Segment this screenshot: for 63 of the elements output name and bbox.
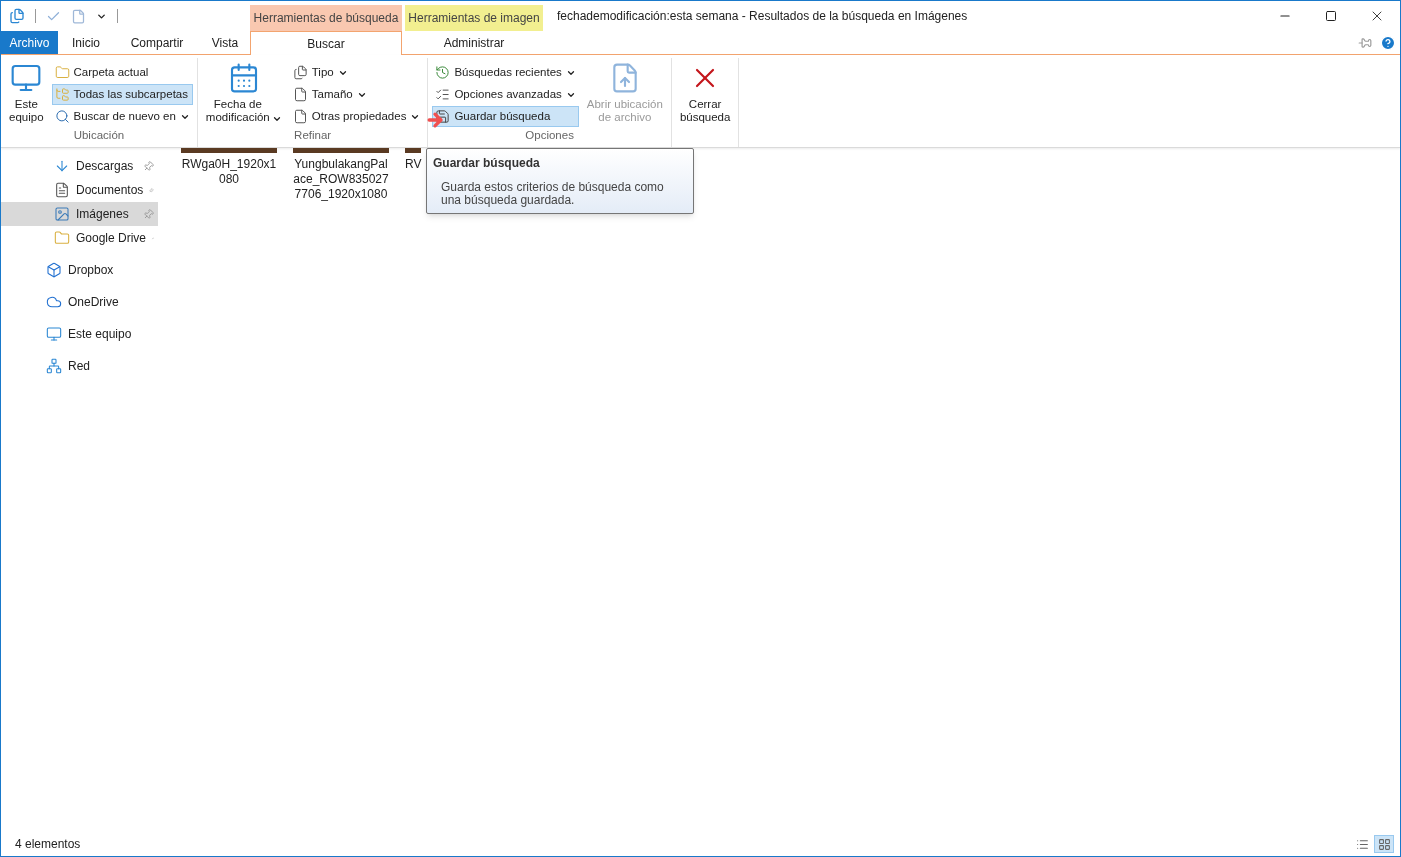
file-name[interactable]: RV	[405, 157, 422, 172]
ribbon-group-label: Ubicación	[73, 128, 125, 143]
ribbon-tab[interactable]: Inicio	[58, 31, 114, 54]
ribbon-tab[interactable]: Administrar	[405, 31, 543, 54]
ribbon-button[interactable]: Tipo	[289, 62, 424, 83]
help-icon[interactable]	[1380, 34, 1396, 51]
document-icon	[54, 182, 70, 198]
ribbon-tab[interactable]: Vista	[200, 31, 250, 54]
folder-tree-icon	[54, 87, 70, 102]
tooltip-title: Guardar búsqueda	[433, 155, 541, 172]
computer-icon	[10, 62, 43, 94]
nav-item[interactable]: Documentos	[1, 178, 158, 202]
checklist-icon	[435, 87, 451, 102]
new-folder-icon[interactable]	[71, 8, 86, 24]
search-icon	[54, 109, 70, 124]
large-icons-view-button[interactable]	[1374, 835, 1394, 853]
ribbon-group-label: Opciones	[525, 128, 574, 143]
item-count: 4 elementos	[15, 836, 81, 853]
context-tab-header: Herramientas de imagen	[405, 5, 543, 31]
ribbon-tab[interactable]: Compartir	[114, 31, 200, 54]
tooltip-text: Guarda estos criterios de búsqueda como una búsqueda guardada.	[440, 181, 665, 208]
ribbon-button[interactable]: Opciones avanzadas	[432, 84, 579, 105]
grid-icon	[1377, 837, 1391, 851]
network-icon	[46, 358, 62, 374]
app-icon	[9, 8, 25, 24]
ribbon-large-button[interactable]: Este equipo	[5, 58, 48, 127]
nav-item[interactable]: Google Drive	[1, 226, 158, 250]
nav-item[interactable]: Imágenes	[1, 202, 158, 226]
computer-icon	[46, 326, 62, 342]
pin-ribbon-icon[interactable]	[1358, 35, 1372, 50]
context-tab-header: Herramientas de búsqueda	[250, 5, 402, 31]
nav-item[interactable]: Descargas	[1, 154, 158, 178]
ribbon-button[interactable]: Tamaño	[289, 84, 424, 105]
list-icon	[1355, 837, 1369, 851]
ribbon-large-button[interactable]: Fecha de modificación	[201, 58, 286, 127]
files-icon	[292, 65, 308, 80]
nav-item[interactable]: Este equipo	[1, 322, 158, 346]
file-name[interactable]: RWga0H_1920x1080	[181, 157, 277, 187]
box-icon	[46, 262, 62, 278]
folder-icon	[54, 230, 70, 246]
ribbon-button[interactable]: Guardar búsqueda	[432, 106, 579, 127]
nav-item[interactable]: Red	[1, 354, 158, 378]
ribbon-button[interactable]: Carpeta actual	[51, 62, 193, 83]
file-icon	[292, 109, 308, 124]
nav-item[interactable]: Dropbox	[1, 258, 158, 282]
folder-icon	[54, 65, 70, 80]
ribbon-button[interactable]: Búsquedas recientes	[432, 62, 579, 83]
history-icon	[435, 65, 451, 80]
ribbon-tab[interactable]: Archivo	[1, 31, 58, 54]
ribbon-button[interactable]: Buscar de nuevo en	[51, 106, 193, 127]
file-icon	[292, 87, 308, 102]
picture-icon	[54, 206, 70, 222]
file-name[interactable]: YungbulakangPalace_ROW8350277706_1920x1080	[293, 157, 389, 202]
ribbon-button[interactable]: Otras propiedades	[289, 106, 424, 127]
cloud-icon	[46, 294, 62, 310]
ribbon-button[interactable]: Todas las subcarpetas	[51, 84, 193, 105]
ribbon-group-label: Refinar	[294, 128, 332, 143]
maximize-icon	[1325, 10, 1337, 22]
nav-item[interactable]: OneDrive	[1, 290, 158, 314]
window-title: fechademodificación:esta semana - Resultados de la búsqueda en Imágenes	[557, 8, 968, 25]
ribbon-large-button[interactable]: Cerrar búsqueda	[675, 58, 735, 127]
ribbon-tab[interactable]: Buscar	[250, 31, 402, 55]
photo-placeholder[interactable]	[405, 148, 422, 153]
